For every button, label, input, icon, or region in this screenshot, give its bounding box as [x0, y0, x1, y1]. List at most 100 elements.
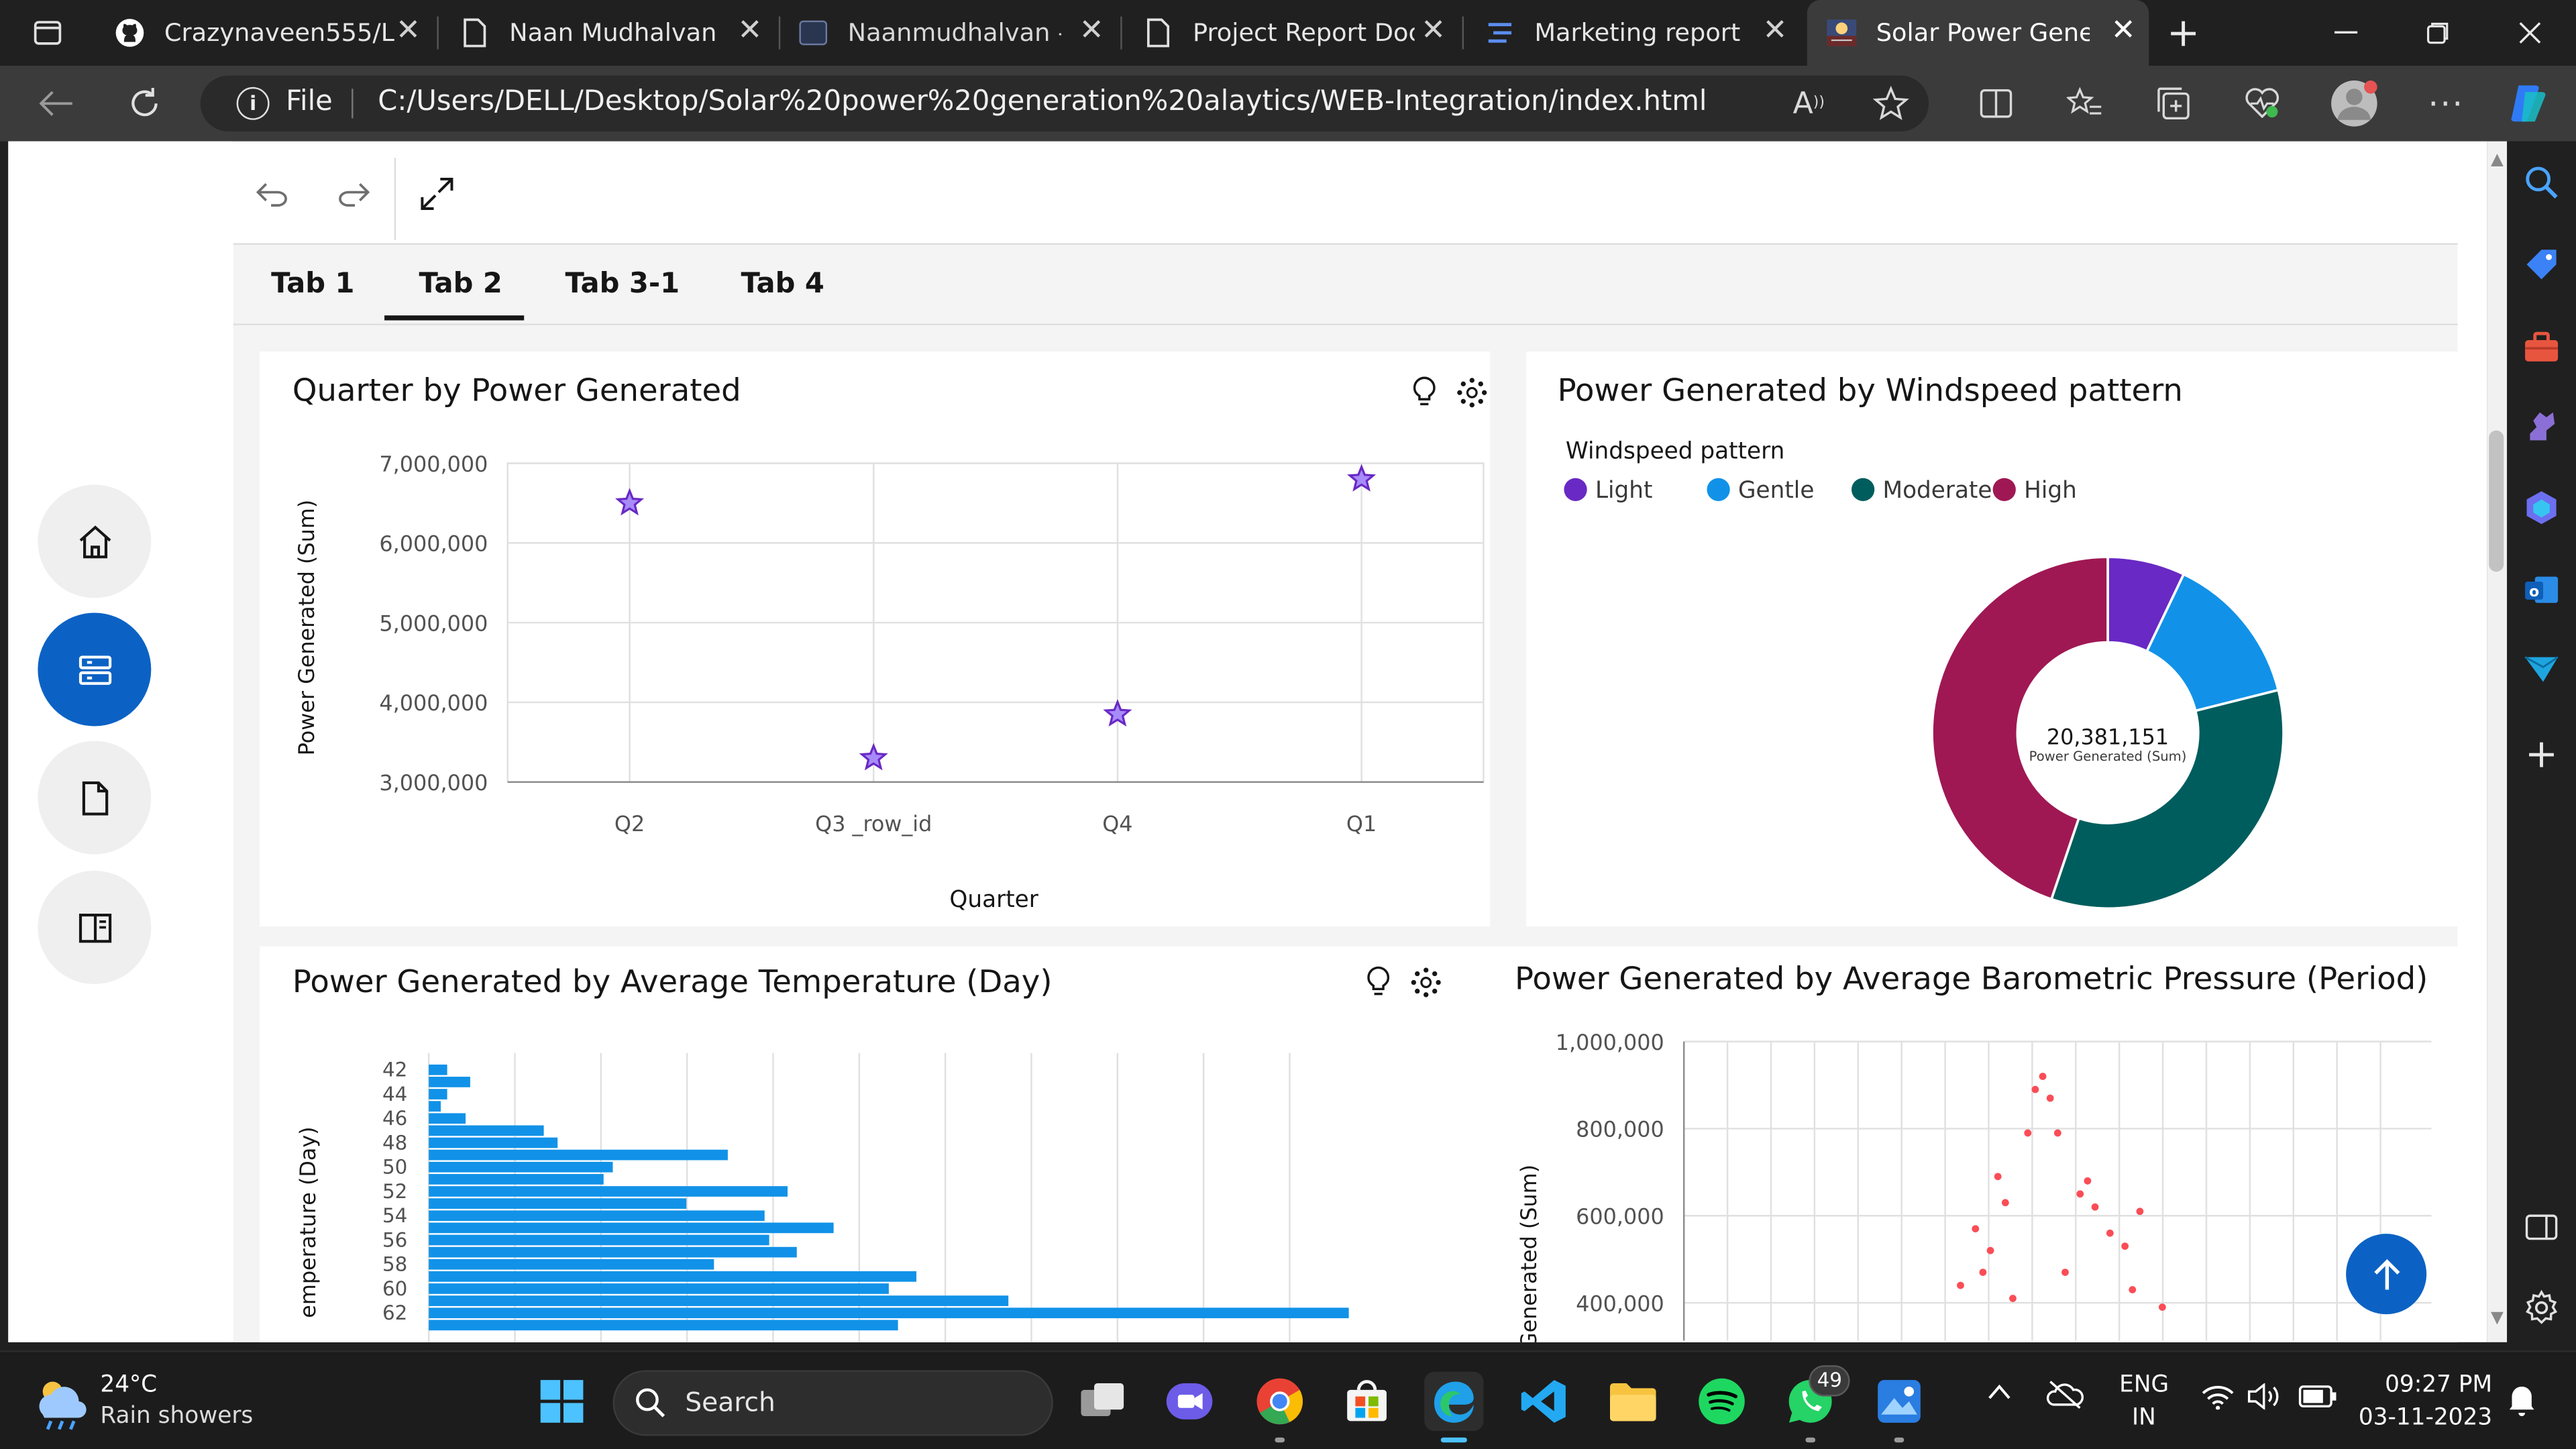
- favorites-icon[interactable]: [2060, 79, 2109, 128]
- close-window-icon[interactable]: [2484, 0, 2576, 66]
- tools-icon[interactable]: [2520, 325, 2563, 368]
- more-options-icon[interactable]: ···: [2422, 79, 2471, 128]
- browser-tab[interactable]: Marketing report ✕: [1468, 0, 1801, 66]
- taskbar-search-box[interactable]: Search: [612, 1370, 1053, 1436]
- close-tab-icon[interactable]: ✕: [1763, 15, 1788, 46]
- home-button[interactable]: [38, 484, 152, 598]
- pressure-chart-card: Power Generated by Average Barometric Pr…: [1490, 946, 2458, 1342]
- y-tick-label: 48: [382, 1131, 407, 1154]
- explore-icon[interactable]: [1454, 374, 1490, 411]
- lightbulb-icon[interactable]: [1360, 965, 1397, 1001]
- microsoft-365-icon[interactable]: [2520, 486, 2563, 529]
- tab-divider: [437, 16, 439, 50]
- undo-icon[interactable]: [250, 171, 296, 217]
- browser-tab[interactable]: Crazynaveen555/Le ✕: [102, 0, 434, 66]
- lightbulb-icon[interactable]: [1406, 374, 1442, 411]
- search-icon[interactable]: [2520, 161, 2563, 204]
- refresh-icon[interactable]: [120, 79, 169, 128]
- browser-tab[interactable]: Naanmudhalvan - S ✕: [786, 0, 1118, 66]
- vscode-button[interactable]: [1515, 1372, 1574, 1431]
- page-scrollbar[interactable]: ▲ ▼: [2487, 141, 2508, 1342]
- back-icon[interactable]: [32, 79, 80, 128]
- browser-tab[interactable]: Project Report Docu ✕: [1127, 0, 1459, 66]
- task-view-button[interactable]: [1073, 1372, 1132, 1431]
- url-text[interactable]: C:/Users/DELL/Desktop/Solar%20power%20ge…: [378, 85, 1707, 118]
- tab-2[interactable]: Tab 2: [419, 268, 502, 301]
- address-bar[interactable]: i File C:/Users/DELL/Desktop/Solar%20pow…: [200, 75, 1929, 131]
- explore-icon[interactable]: [1408, 965, 1444, 1001]
- drop-icon[interactable]: [2520, 647, 2563, 690]
- store-button[interactable]: [1337, 1372, 1396, 1431]
- pressure-scatter-chart: Generated (Sum) 1,000,000 800,000 600,000 4…: [1516, 1030, 2432, 1342]
- tab-3-1[interactable]: Tab 3-1: [565, 268, 680, 301]
- info-icon[interactable]: i: [236, 87, 270, 120]
- close-tab-icon[interactable]: ✕: [2111, 15, 2136, 46]
- close-tab-icon[interactable]: ✕: [1421, 15, 1446, 46]
- new-tab-icon[interactable]: +: [2139, 0, 2228, 66]
- clock[interactable]: 09:27 PM 03-11-2023: [2354, 1372, 2492, 1431]
- start-button[interactable]: [532, 1372, 591, 1431]
- battery-icon[interactable]: [2298, 1385, 2338, 1414]
- photos-button[interactable]: [1870, 1372, 1929, 1443]
- page-icon: [460, 18, 490, 48]
- teams-chat-button[interactable]: [1160, 1372, 1219, 1431]
- y-axis-title: Generated (Sum): [1516, 1165, 1542, 1342]
- running-indicator: [1894, 1437, 1904, 1443]
- whatsapp-button[interactable]: 49: [1781, 1365, 1851, 1443]
- weather-widget[interactable]: 24°C Rain showers: [30, 1368, 292, 1438]
- shopping-tag-icon[interactable]: [2520, 243, 2563, 286]
- browser-essentials-icon[interactable]: [2238, 79, 2287, 128]
- language-indicator[interactable]: ENG IN: [2119, 1372, 2169, 1431]
- outlook-icon[interactable]: o: [2520, 568, 2563, 611]
- scrollbar-thumb[interactable]: [2489, 430, 2504, 572]
- minimize-icon[interactable]: [2300, 0, 2392, 66]
- edge-button[interactable]: [1424, 1371, 1484, 1443]
- show-hidden-icons[interactable]: [1986, 1382, 2012, 1408]
- scatter-point: [1994, 1173, 2002, 1181]
- volume-icon[interactable]: [2247, 1382, 2284, 1416]
- scroll-up-arrow-icon[interactable]: ▲: [2487, 151, 2507, 169]
- spotify-button[interactable]: [1692, 1372, 1751, 1431]
- bar: [429, 1161, 613, 1173]
- document-icon: [81, 780, 108, 815]
- fullscreen-icon[interactable]: [414, 171, 460, 217]
- panel-button[interactable]: [38, 870, 152, 984]
- scroll-down-arrow-icon[interactable]: ▼: [2487, 1309, 2507, 1328]
- profile-avatar[interactable]: [2330, 79, 2379, 128]
- chrome-button[interactable]: [1250, 1372, 1309, 1443]
- browser-tab-active[interactable]: Solar Power Genera ✕: [1807, 0, 2149, 66]
- browser-tab[interactable]: Naan Mudhalvan ✕: [443, 0, 775, 66]
- games-icon[interactable]: [2520, 404, 2563, 447]
- y-tick-label: 60: [382, 1277, 407, 1300]
- wifi-icon[interactable]: [2202, 1383, 2235, 1416]
- redo-icon[interactable]: [330, 171, 376, 217]
- close-tab-icon[interactable]: ✕: [396, 15, 421, 46]
- close-tab-icon[interactable]: ✕: [1079, 15, 1104, 46]
- active-tab-indicator: [384, 315, 525, 321]
- tab-title: Crazynaveen555/Le: [164, 17, 394, 48]
- scroll-to-top-button[interactable]: [2346, 1234, 2427, 1315]
- reports-button[interactable]: [38, 612, 152, 727]
- onedrive-offline-icon[interactable]: [2045, 1380, 2085, 1416]
- tab-4[interactable]: Tab 4: [741, 268, 824, 301]
- y-tick-label: 400,000: [1576, 1291, 1664, 1316]
- settings-gear-icon[interactable]: [2520, 1287, 2563, 1330]
- collections-icon[interactable]: [2149, 79, 2198, 128]
- tab-1[interactable]: Tab 1: [271, 268, 354, 301]
- copilot-icon[interactable]: [2504, 79, 2553, 128]
- favorite-star-icon[interactable]: [1866, 79, 1915, 128]
- read-aloud-icon[interactable]: A)): [1784, 79, 1833, 128]
- restore-icon[interactable]: [2392, 0, 2484, 66]
- hide-sidebar-icon[interactable]: [2520, 1206, 2563, 1249]
- legend-swatch: [1851, 478, 1875, 501]
- close-tab-icon[interactable]: ✕: [737, 15, 762, 46]
- add-sidebar-app-icon[interactable]: +: [2520, 731, 2563, 777]
- notifications-bell-icon[interactable]: [2507, 1383, 2536, 1423]
- quarter-chart-card: Quarter by Power Generated Power Generat…: [259, 352, 1491, 927]
- y-tick-label: 6,000,000: [379, 531, 488, 557]
- tab-actions-icon[interactable]: [23, 8, 72, 57]
- file-explorer-button[interactable]: [1603, 1372, 1662, 1431]
- document-button[interactable]: [38, 741, 152, 855]
- bar: [429, 1271, 917, 1282]
- split-screen-icon[interactable]: [1972, 79, 2021, 128]
